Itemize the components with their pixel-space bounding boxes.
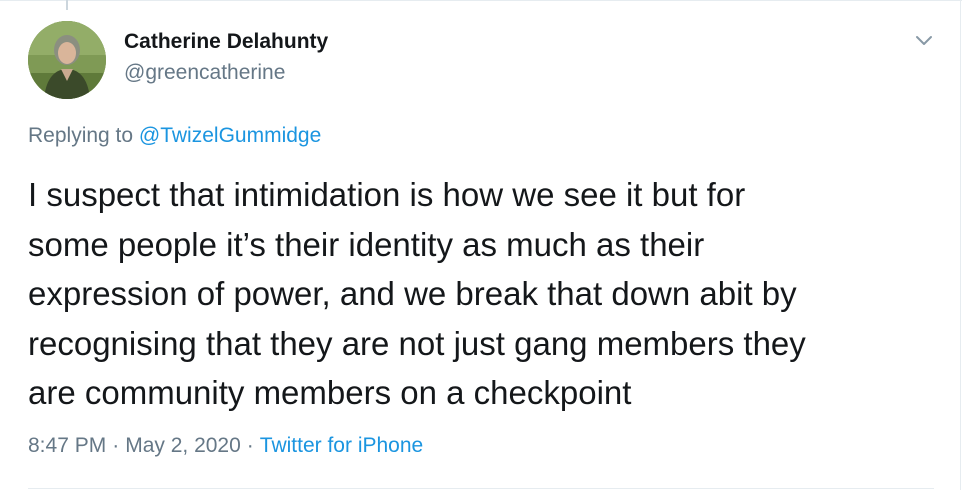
author-handle[interactable]: @greencatherine	[124, 61, 285, 85]
reply-context: Replying to @TwizelGummidge	[28, 124, 321, 148]
meta-separator: ·	[112, 434, 120, 457]
meta-separator: ·	[246, 434, 254, 457]
avatar[interactable]	[28, 21, 106, 99]
tweet-meta: 8:47 PM · May 2, 2020 · Twitter for iPhone	[28, 434, 423, 458]
avatar-photo-icon	[28, 21, 106, 99]
right-divider	[960, 0, 961, 490]
tweet-text-line: some people it’s their identity as much …	[28, 225, 705, 263]
tweet-date[interactable]: May 2, 2020	[125, 434, 241, 457]
author-name[interactable]: Catherine Delahunty	[124, 30, 328, 54]
tweet-text-line: recognising that they are not just gang …	[28, 324, 806, 362]
reply-prefix: Replying to	[28, 124, 139, 147]
chevron-down-icon[interactable]	[912, 30, 936, 50]
tweet-text-line: expression of power, and we break that d…	[28, 275, 797, 312]
tweet-source-link[interactable]: Twitter for iPhone	[260, 434, 423, 457]
top-divider	[0, 0, 962, 1]
tweet-text: I suspect that intimidation is how we se…	[28, 170, 948, 418]
bottom-divider	[28, 488, 934, 489]
thread-connector	[66, 0, 68, 10]
reply-mention-link[interactable]: @TwizelGummidge	[139, 124, 321, 147]
tweet-card: Catherine Delahunty @greencatherine Repl…	[0, 0, 962, 490]
tweet-text-line: I suspect that intimidation is how we se…	[28, 176, 746, 213]
tweet-text-line: are community members on a checkpoint	[28, 374, 632, 411]
tweet-time[interactable]: 8:47 PM	[28, 434, 106, 457]
